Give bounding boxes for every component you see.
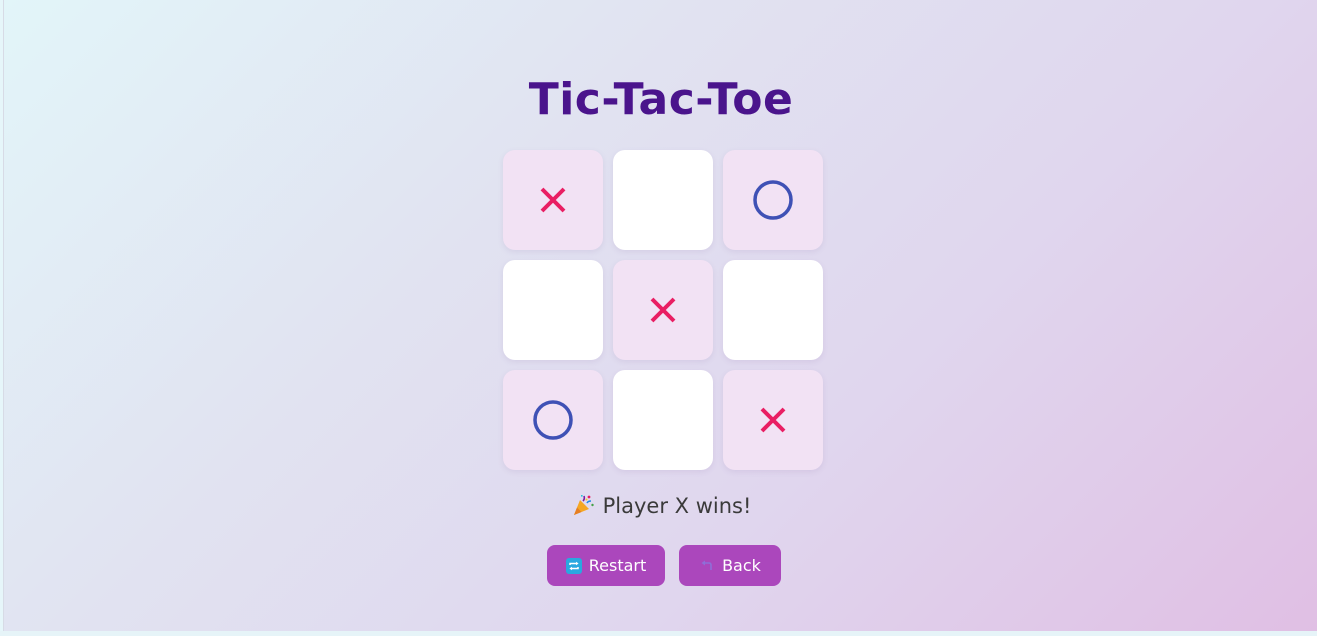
x-mark-icon xyxy=(540,187,566,213)
bottom-edge xyxy=(0,631,1317,636)
restart-button[interactable]: Restart xyxy=(547,545,665,586)
back-arrow-icon xyxy=(701,560,712,570)
x-mark-icon xyxy=(760,407,786,433)
page-title: Tic-Tac-Toe xyxy=(528,74,794,125)
back-button-label: Back xyxy=(722,556,761,575)
game-status: Player X wins! xyxy=(4,490,1317,522)
board-cell-3[interactable] xyxy=(723,150,823,250)
board-cell-4[interactable] xyxy=(503,260,603,360)
board-cell-6[interactable] xyxy=(723,260,823,360)
board-cell-5[interactable] xyxy=(613,260,713,360)
board-cell-9[interactable] xyxy=(723,370,823,470)
game-page: Tic-Tac-Toe Player X wins! Restart Back xyxy=(3,0,1317,631)
x-mark-icon xyxy=(650,297,676,323)
o-mark-icon xyxy=(533,400,573,440)
board-cell-2[interactable] xyxy=(613,150,713,250)
board-cell-8[interactable] xyxy=(613,370,713,470)
board-cell-7[interactable] xyxy=(503,370,603,470)
party-popper-icon xyxy=(573,495,594,515)
status-text: Player X wins! xyxy=(602,494,752,518)
restart-button-label: Restart xyxy=(588,556,647,575)
o-mark-icon xyxy=(753,180,793,220)
back-button[interactable]: Back xyxy=(679,545,781,586)
game-board xyxy=(503,150,823,470)
board-cell-1[interactable] xyxy=(503,150,603,250)
repeat-icon xyxy=(565,557,582,574)
